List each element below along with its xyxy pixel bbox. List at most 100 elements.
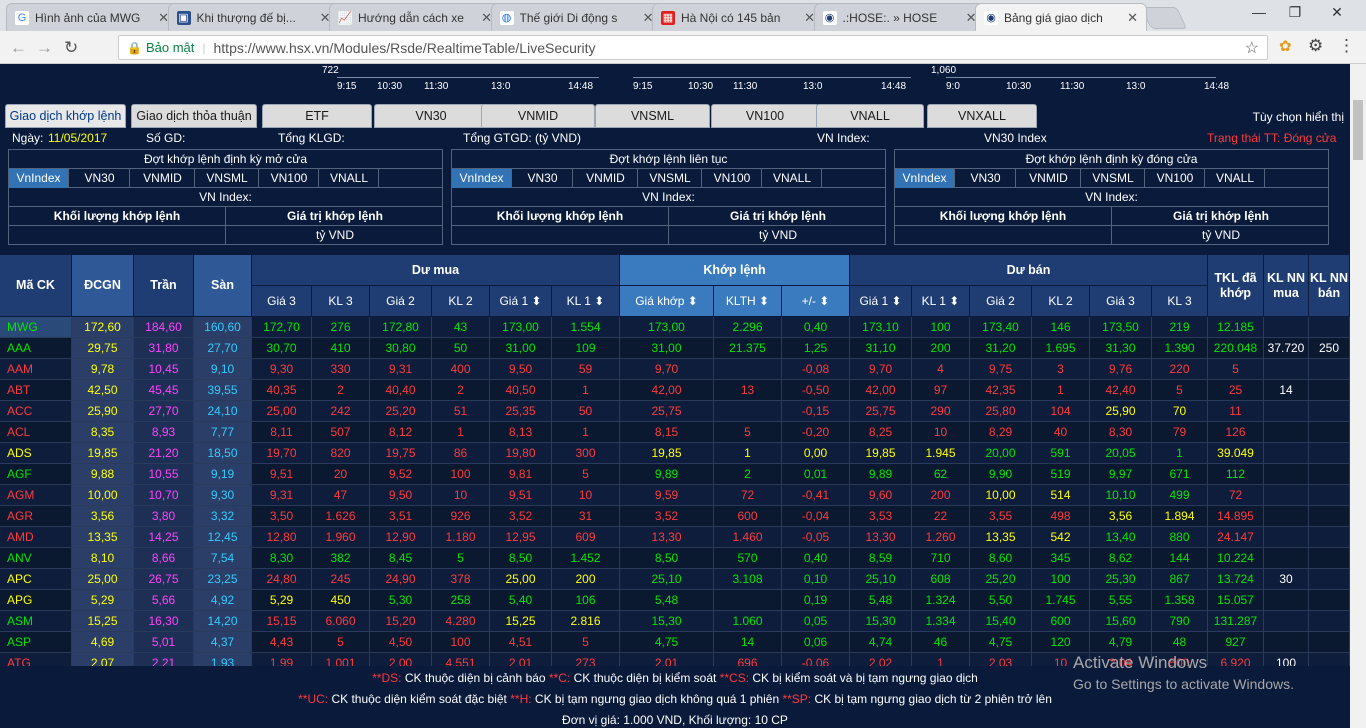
symbol-cell[interactable]: ACL (0, 422, 72, 443)
index-tab[interactable]: Giao dịch khớp lệnh (5, 104, 126, 128)
board-cell (1309, 401, 1350, 422)
symbol-cell[interactable]: ASM (0, 611, 72, 632)
table-row[interactable]: AAA 29,75 31,80 27,70 30,70 410 30,80 50 31,00 10… (0, 338, 1350, 359)
period-index-tab[interactable]: VN30 (513, 169, 573, 188)
browser-tab[interactable]: G Hình ảnh của MWG ✕ (6, 3, 178, 31)
index-tab[interactable]: VNALL (816, 104, 924, 128)
board-cell: 10,70 (134, 485, 194, 506)
board-cell: 42,50 (72, 380, 134, 401)
table-row[interactable]: AGM 10,00 10,70 9,30 9,31 47 9,50 10 9,51 10 9,59 7… (0, 485, 1350, 506)
table-row[interactable]: AGR 3,56 3,80 3,32 3,50 1.626 3,51 926 3,52 31 3,5… (0, 506, 1350, 527)
subheader-cell[interactable]: Giá 1 ⬍ (850, 286, 912, 317)
table-row[interactable]: APC 25,00 26,75 23,25 24,80 245 24,90 378 25,00 2… (0, 569, 1350, 590)
maximize-window-button[interactable]: ❐ (1280, 4, 1310, 24)
table-row[interactable]: MWG 172,60 184,60 160,60 172,70 276 172,80 43 17… (0, 317, 1350, 338)
symbol-cell[interactable]: ADS (0, 443, 72, 464)
subheader-cell[interactable]: Giá 1 ⬍ (490, 286, 552, 317)
browser-tab[interactable]: ▦ Hà Nội có 145 bản ✕ (652, 3, 824, 31)
browser-tab[interactable]: ◉ .:HOSE:. » HOSE ✕ (813, 3, 986, 31)
period-index-tab[interactable]: VNSML (196, 169, 259, 188)
period-index-tab[interactable]: VNMID (1017, 169, 1081, 188)
browser-tab[interactable]: 📈 Hướng dẫn cách xe ✕ (329, 3, 501, 31)
period-index-tab[interactable]: VNMID (131, 169, 195, 188)
index-tab[interactable]: VN100 (711, 104, 819, 128)
board-cell: 710 (912, 548, 970, 569)
forward-arrow-icon[interactable]: → (36, 38, 53, 58)
extension-icon[interactable]: ✿ (1279, 37, 1292, 55)
index-tab[interactable]: VN30 (374, 104, 488, 128)
display-options-link[interactable]: Tùy chọn hiển thị (1253, 110, 1344, 124)
symbol-cell[interactable]: AGF (0, 464, 72, 485)
index-tab[interactable]: VNMID (481, 104, 595, 128)
table-row[interactable]: ANV 8,10 8,66 7,54 8,30 382 8,45 5 8,50 1.452 8,50… (0, 548, 1350, 569)
board-cell: 72 (714, 485, 782, 506)
settings-gear-icon[interactable]: ⚙ (1308, 36, 1323, 56)
menu-kebab-icon[interactable]: ⋮ (1338, 36, 1355, 56)
reload-icon[interactable]: ↻ (64, 38, 78, 58)
url-text[interactable]: https://www.hsx.vn/Modules/Rsde/Realtime… (214, 40, 596, 56)
subheader-cell[interactable]: KL 1 ⬍ (912, 286, 970, 317)
period-index-tab[interactable]: VN30 (70, 169, 130, 188)
date-label: Ngày: (12, 131, 44, 145)
symbol-cell[interactable]: ABT (0, 380, 72, 401)
symbol-cell[interactable]: APG (0, 590, 72, 611)
index-tab[interactable]: Giao dịch thỏa thuận (131, 104, 257, 128)
period-index-tab[interactable]: VNALL (320, 169, 379, 188)
symbol-cell[interactable]: APC (0, 569, 72, 590)
table-row[interactable]: ACL 8,35 8,93 7,77 8,11 507 8,12 1 8,13 1 8,15 5 -0,… (0, 422, 1350, 443)
table-row[interactable]: ASM 15,25 16,30 14,20 15,15 6.060 15,20 4.280 15… (0, 611, 1350, 632)
symbol-cell[interactable]: ACC (0, 401, 72, 422)
url-omnibox[interactable]: 🔒 Bảo mật | https://www.hsx.vn/Modules/R… (118, 35, 1268, 60)
symbol-cell[interactable]: AGR (0, 506, 72, 527)
scrollbar-thumb[interactable] (1353, 100, 1363, 160)
table-row[interactable]: AAM 9,78 10,45 9,10 9,30 330 9,31 400 9,50 59 9,70… (0, 359, 1350, 380)
board-cell: 14,25 (134, 527, 194, 548)
symbol-cell[interactable]: AAA (0, 338, 72, 359)
period-index-tab[interactable]: VnIndex (895, 169, 955, 188)
period-index-tab[interactable]: VN100 (703, 169, 762, 188)
browser-tab[interactable]: ◍ Thế giới Di động s ✕ (490, 3, 663, 31)
subheader-cell[interactable]: Giá khớp ⬍ (620, 286, 714, 317)
period-index-tab[interactable]: VN100 (1146, 169, 1205, 188)
bookmark-star-icon[interactable]: ☆ (1245, 38, 1259, 58)
symbol-cell[interactable]: AAM (0, 359, 72, 380)
close-tab-icon[interactable]: ✕ (1127, 10, 1138, 26)
table-row[interactable]: ASP 4,69 5,01 4,37 4,43 5 4,50 100 4,51 5 4,75 14 0,… (0, 632, 1350, 653)
table-row[interactable]: ABT 42,50 45,45 39,55 40,35 2 40,40 2 40,50 1 42,0… (0, 380, 1350, 401)
close-window-button[interactable]: ✕ (1322, 4, 1352, 24)
period-index-tab[interactable]: VN30 (956, 169, 1016, 188)
table-row[interactable]: APG 5,29 5,66 4,92 5,29 450 5,30 258 5,40 106 5,48… (0, 590, 1350, 611)
board-cell: 15,60 (1090, 611, 1152, 632)
period-index-tab[interactable]: VnIndex (9, 169, 69, 188)
subheader-cell[interactable]: +/- ⬍ (782, 286, 850, 317)
symbol-cell[interactable]: ANV (0, 548, 72, 569)
symbol-cell[interactable]: MWG (0, 317, 72, 338)
symbol-cell[interactable]: AGM (0, 485, 72, 506)
period-index-tab[interactable]: VnIndex (452, 169, 512, 188)
subheader-cell[interactable]: KL 1 ⬍ (552, 286, 620, 317)
period-index-tab[interactable]: VNSML (639, 169, 702, 188)
index-tab[interactable]: VNXALL (927, 104, 1037, 128)
symbol-cell[interactable]: ASP (0, 632, 72, 653)
table-row[interactable]: AGF 9,88 10,55 9,19 9,51 20 9,52 100 9,81 5 9,89 2 0… (0, 464, 1350, 485)
subheader-cell[interactable]: KLTH ⬍ (714, 286, 782, 317)
period-index-tab[interactable]: VNALL (763, 169, 822, 188)
period-index-tab[interactable]: VNSML (1082, 169, 1145, 188)
index-tab[interactable]: ETF (262, 104, 372, 128)
period-index-tab[interactable]: VNMID (574, 169, 638, 188)
table-row[interactable]: ACC 25,90 27,70 24,10 25,00 242 25,20 51 25,35 50… (0, 401, 1350, 422)
browser-tab[interactable]: ◉ Bảng giá giao dịch ✕ (975, 3, 1147, 31)
period-index-tab[interactable]: VNALL (1206, 169, 1265, 188)
period-index-tab[interactable]: VN100 (260, 169, 319, 188)
page-scrollbar[interactable] (1350, 64, 1366, 728)
symbol-cell[interactable]: AMD (0, 527, 72, 548)
browser-tab[interactable]: ▣ Khi thượng đế bị... ✕ (167, 3, 340, 31)
index-tab[interactable]: VNSML (595, 104, 710, 128)
board-cell: 400 (432, 359, 490, 380)
board-cell: 10,55 (134, 464, 194, 485)
minimize-window-button[interactable]: — (1244, 4, 1274, 24)
table-row[interactable]: AMD 13,35 14,25 12,45 12,80 1.960 12,90 1.180 12… (0, 527, 1350, 548)
period-unit-label: tỷ VND (758, 228, 797, 242)
back-arrow-icon[interactable]: ← (10, 38, 27, 58)
table-row[interactable]: ADS 19,85 21,20 18,50 19,70 820 19,75 86 19,80 30… (0, 443, 1350, 464)
